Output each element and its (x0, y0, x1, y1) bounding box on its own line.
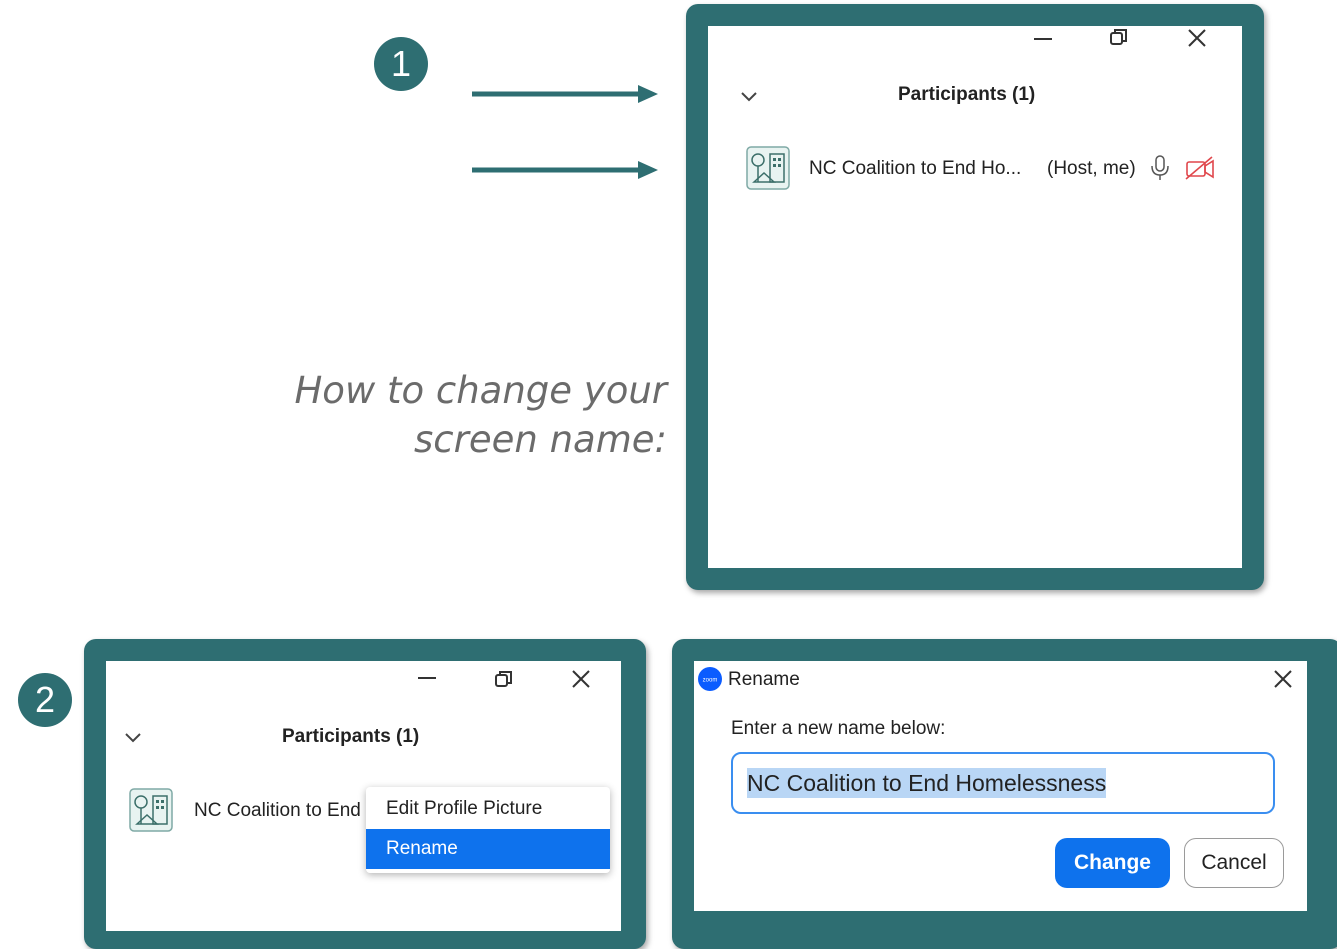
new-name-input[interactable]: NC Coalition to End Homelessness (731, 752, 1275, 814)
instruction-caption: How to change your screen name: (247, 366, 667, 464)
restore-icon[interactable] (1108, 27, 1130, 49)
participants-window-1: Participants (1) NC Coalition to End Ho.… (708, 26, 1242, 568)
step-2-badge: 2 (18, 673, 72, 727)
caption-line-2: screen name: (414, 418, 667, 461)
participant-context-menu: Edit Profile Picture Rename (366, 787, 610, 873)
close-icon[interactable] (1272, 668, 1294, 690)
step-1-badge: 1 (374, 37, 428, 91)
chevron-down-icon[interactable] (739, 90, 759, 104)
participant-role: (Host, me) (1047, 158, 1136, 179)
svg-text:zoom: zoom (703, 678, 718, 684)
restore-icon[interactable] (493, 669, 515, 691)
video-off-icon[interactable] (1184, 154, 1216, 182)
rename-prompt: Enter a new name below: (731, 718, 946, 739)
cancel-button[interactable]: Cancel (1184, 838, 1284, 888)
zoom-logo-icon: zoom (698, 667, 722, 691)
participant-name[interactable]: NC Coalition to End (194, 800, 369, 822)
caption-line-1: How to change your (294, 369, 667, 412)
participants-title: Participants (1) (898, 84, 1036, 105)
participants-title: Participants (1) (282, 726, 420, 747)
chevron-down-icon[interactable] (123, 731, 143, 745)
minimize-icon[interactable] (1032, 28, 1054, 50)
menu-item-rename[interactable]: Rename (366, 829, 610, 869)
participant-name[interactable]: NC Coalition to End Ho... (809, 158, 1021, 180)
minimize-icon[interactable] (416, 667, 438, 689)
close-icon[interactable] (570, 668, 592, 690)
new-name-value: NC Coalition to End Homelessness (747, 768, 1107, 798)
arrow-to-participant (472, 161, 658, 179)
avatar-icon (129, 788, 173, 832)
close-icon[interactable] (1186, 27, 1208, 49)
avatar-icon (746, 146, 790, 190)
participants-window-2: Participants (1) NC Coalition to End Edi… (106, 661, 621, 931)
arrow-to-title (472, 85, 658, 103)
rename-dialog: zoom Rename Enter a new name below: NC C… (694, 661, 1307, 911)
change-button[interactable]: Change (1055, 838, 1170, 888)
menu-item-edit-profile-picture[interactable]: Edit Profile Picture (366, 789, 610, 829)
dialog-title: Rename (728, 669, 800, 690)
microphone-icon[interactable] (1150, 154, 1170, 182)
